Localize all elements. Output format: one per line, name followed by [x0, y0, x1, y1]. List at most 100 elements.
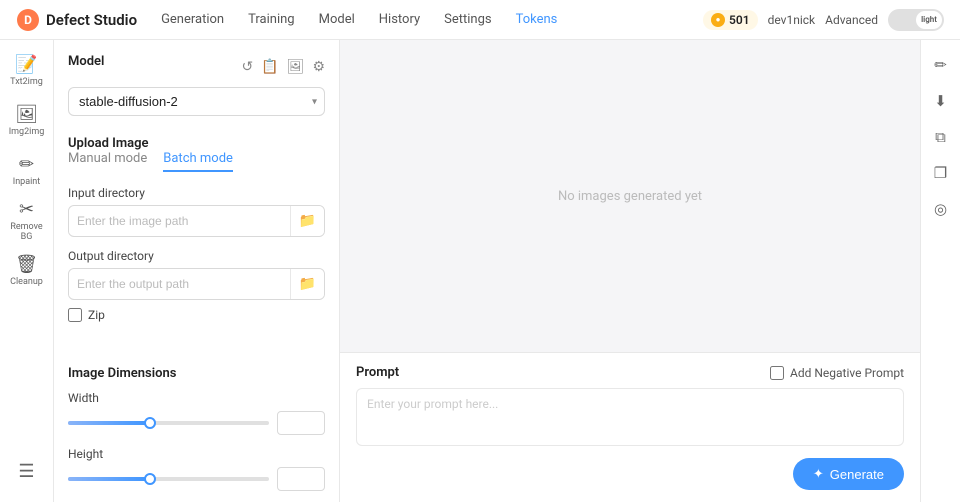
- prompt-footer: ✦ Generate: [356, 458, 904, 490]
- txt2img-icon: 📝: [15, 54, 37, 75]
- prompt-textarea[interactable]: [356, 388, 904, 446]
- output-dir-field: 📁: [68, 268, 325, 300]
- nav-settings[interactable]: Settings: [444, 10, 491, 29]
- height-input[interactable]: 512: [277, 467, 325, 491]
- model-select[interactable]: stable-diffusion-2: [68, 87, 325, 116]
- menu-icon: ☰: [18, 461, 34, 482]
- input-dir-label: Input directory: [68, 186, 325, 200]
- nav-generation[interactable]: Generation: [161, 10, 224, 29]
- dimensions-section: Image Dimensions Width 512 Height: [68, 362, 325, 502]
- nav-history[interactable]: History: [379, 10, 420, 29]
- sidebar-label-removebg: Remove BG: [4, 223, 50, 243]
- logo-text: Defect Studio: [46, 11, 137, 29]
- sparkle-icon: ✦: [813, 466, 824, 482]
- mode-tabs: Manual mode Batch mode: [68, 151, 325, 172]
- sidebar-item-txt2img[interactable]: 📝 Txt2img: [4, 48, 50, 94]
- dimensions-title: Image Dimensions: [68, 366, 176, 381]
- tab-batch[interactable]: Batch mode: [163, 151, 233, 172]
- model-settings-icon[interactable]: ⚙: [312, 59, 325, 75]
- input-dir-input[interactable]: [69, 208, 290, 234]
- prompt-header: Prompt Add Negative Prompt: [356, 365, 904, 380]
- prompt-title: Prompt: [356, 365, 399, 380]
- toolbar-download-button[interactable]: ⬇: [926, 86, 956, 116]
- main-layout: 📝 Txt2img 🖼 Img2img ✏ Inpaint ✂ Remove B…: [0, 40, 960, 502]
- eye-icon: ◎: [934, 200, 947, 218]
- edit-icon: ✏: [934, 56, 947, 74]
- sidebar-item-img2img[interactable]: 🖼 Img2img: [4, 98, 50, 144]
- height-row: 512: [68, 467, 325, 491]
- width-slider[interactable]: [68, 421, 269, 425]
- right-toolbar: ✏ ⬇ ⧉ ❐ ◎: [920, 40, 960, 502]
- model-title: Model: [68, 54, 104, 69]
- height-slider[interactable]: [68, 477, 269, 481]
- width-slider-thumb: [144, 417, 156, 429]
- copy-icon: ❐: [934, 164, 947, 182]
- width-input[interactable]: 512: [277, 411, 325, 435]
- logo-icon: D: [16, 8, 40, 32]
- upload-title: Upload Image: [68, 136, 149, 151]
- input-dir-browse-icon[interactable]: 📁: [290, 206, 324, 236]
- no-images-text: No images generated yet: [558, 189, 702, 204]
- sidebar-label-img2img: Img2img: [9, 128, 45, 138]
- output-dir-label: Output directory: [68, 249, 325, 263]
- negative-prompt-label: Add Negative Prompt: [790, 366, 904, 380]
- height-label: Height: [68, 447, 325, 461]
- zip-row: Zip: [68, 308, 325, 322]
- model-image-icon[interactable]: 🖼: [287, 59, 305, 75]
- img2img-icon: 🖼: [15, 104, 38, 125]
- zip-label: Zip: [88, 308, 105, 322]
- toolbar-copy-button[interactable]: ❐: [926, 158, 956, 188]
- sidebar-label-inpaint: Inpaint: [13, 178, 40, 188]
- upload-section: Upload Image Manual mode Batch mode Inpu…: [68, 132, 325, 322]
- model-section: Model ↺ 📋 🖼 ⚙ stable-diffusion-2 ▾: [68, 54, 325, 116]
- nav: Generation Training Model History Settin…: [161, 10, 703, 29]
- model-refresh-icon[interactable]: ↺: [241, 59, 253, 75]
- width-row: 512: [68, 411, 325, 435]
- username: dev1nick: [768, 13, 816, 27]
- advanced-button[interactable]: Advanced: [825, 13, 878, 27]
- model-header: Model ↺ 📋 🖼 ⚙: [68, 54, 325, 79]
- generate-label: Generate: [830, 467, 884, 482]
- removebg-icon: ✂: [19, 199, 34, 220]
- tab-manual[interactable]: Manual mode: [68, 151, 147, 172]
- nav-model[interactable]: Model: [319, 10, 355, 29]
- sidebar-label-cleanup: Cleanup: [10, 278, 43, 288]
- negative-prompt-checkbox[interactable]: [770, 366, 784, 380]
- generate-button[interactable]: ✦ Generate: [793, 458, 904, 490]
- logo-area: D Defect Studio: [16, 8, 137, 32]
- sidebar: 📝 Txt2img 🖼 Img2img ✏ Inpaint ✂ Remove B…: [0, 40, 54, 502]
- theme-toggle[interactable]: light: [888, 9, 944, 31]
- coin-icon: ●: [711, 13, 725, 27]
- nav-training[interactable]: Training: [248, 10, 294, 29]
- width-label: Width: [68, 391, 325, 405]
- zip-checkbox[interactable]: [68, 308, 82, 322]
- header-right: ● 501 dev1nick Advanced light: [703, 9, 944, 31]
- toolbar-edit-button[interactable]: ✏: [926, 50, 956, 80]
- inpaint-icon: ✏: [19, 154, 34, 175]
- output-dir-browse-icon[interactable]: 📁: [290, 269, 324, 299]
- output-dir-input[interactable]: [69, 271, 290, 297]
- model-icons: ↺ 📋 🖼 ⚙: [241, 59, 325, 75]
- sidebar-item-cleanup[interactable]: 🗑 Cleanup: [4, 248, 50, 294]
- download-icon: ⬇: [934, 92, 947, 110]
- prompt-section: Prompt Add Negative Prompt ✦ Generate: [340, 352, 920, 502]
- left-panel: Model ↺ 📋 🖼 ⚙ stable-diffusion-2 ▾ Uploa…: [54, 40, 340, 502]
- coin-area: ● 501: [703, 10, 758, 30]
- sidebar-item-inpaint[interactable]: ✏ Inpaint: [4, 148, 50, 194]
- nav-tokens[interactable]: Tokens: [516, 10, 558, 29]
- header: D Defect Studio Generation Training Mode…: [0, 0, 960, 40]
- coin-value: 501: [729, 13, 750, 27]
- negative-prompt-row: Add Negative Prompt: [770, 366, 904, 380]
- toolbar-eye-button[interactable]: ◎: [926, 194, 956, 224]
- sidebar-menu-button[interactable]: ☰: [4, 448, 50, 494]
- center-panel: No images generated yet Prompt Add Negat…: [340, 40, 920, 502]
- width-slider-fill: [68, 421, 148, 425]
- image-area: No images generated yet: [340, 40, 920, 352]
- sidebar-label-txt2img: Txt2img: [10, 78, 43, 88]
- model-save-icon[interactable]: 📋: [261, 59, 278, 75]
- sidebar-item-removebg[interactable]: ✂ Remove BG: [4, 198, 50, 244]
- toolbar-layers-button[interactable]: ⧉: [926, 122, 956, 152]
- svg-text:D: D: [24, 13, 32, 27]
- layers-icon: ⧉: [935, 128, 946, 146]
- input-dir-field: 📁: [68, 205, 325, 237]
